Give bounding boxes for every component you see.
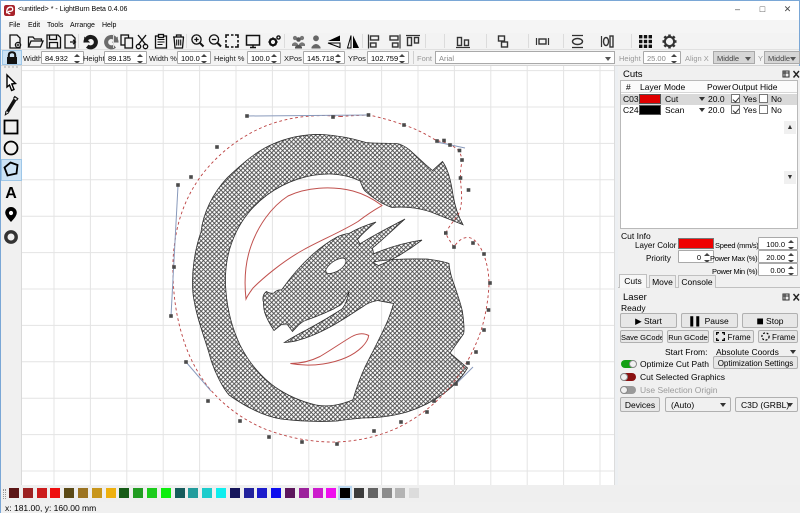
svg-text:A: A <box>5 185 17 202</box>
